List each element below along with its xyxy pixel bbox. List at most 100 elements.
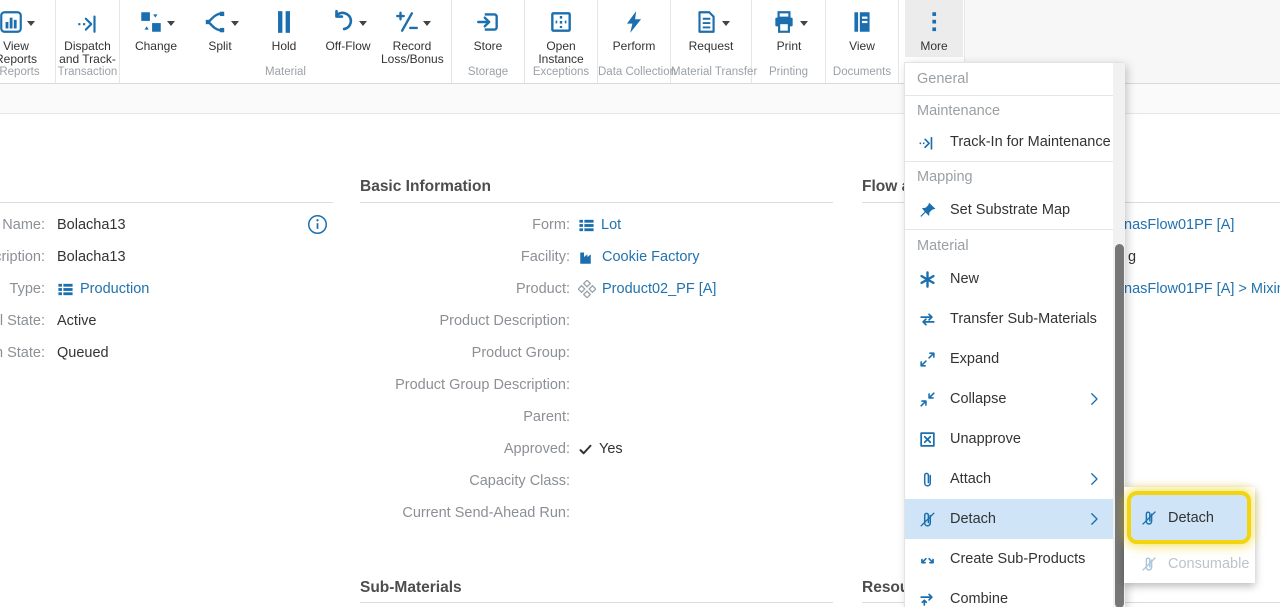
open-instance-button[interactable]: Open Instance xyxy=(529,0,593,66)
printer-icon xyxy=(771,9,797,35)
menu-item-combine[interactable]: Combine xyxy=(905,579,1113,607)
field-value-type: Production xyxy=(57,278,149,300)
field-label-product: Product: xyxy=(360,278,570,300)
dropdown-caret-icon xyxy=(423,21,431,26)
more-dropdown-menu: General Maintenance Track-In for Mainten… xyxy=(904,62,1124,607)
flow-value-flow-path: nasFlow01PF [A] > Mixing xyxy=(1124,278,1280,300)
flow-value-flow: nasFlow01PF [A] xyxy=(1124,214,1234,236)
toolbar-group-label: Data Collection xyxy=(598,66,670,78)
toolbar-group-label: Transaction xyxy=(56,66,119,78)
toolbar-button-label: Print xyxy=(777,40,802,53)
toolbar-button-label: More xyxy=(920,40,947,53)
dispatch-and-track-button[interactable]: Dispatch and Track- xyxy=(56,0,119,66)
form-link[interactable]: Lot xyxy=(601,217,621,233)
menu-item-track-in-for-maintenance[interactable]: Track-In for Maintenance xyxy=(905,123,1113,161)
menu-item-label: Create Sub-Products xyxy=(950,551,1085,567)
sub-materials-divider xyxy=(360,602,833,603)
toolbar-button-label: Perform xyxy=(613,40,656,53)
flow-link[interactable]: nasFlow01PF [A] xyxy=(1124,217,1234,233)
menu-item-label: Transfer Sub-Materials xyxy=(950,311,1097,327)
menu-item-unapprove[interactable]: Unapprove xyxy=(905,419,1113,459)
menu-scrollbar-thumb[interactable] xyxy=(1115,244,1124,607)
toolbar-group-reports: View Reports Reports xyxy=(0,0,56,83)
toolbar-button-label: Record Loss/Bonus xyxy=(381,40,443,66)
change-icon xyxy=(138,9,164,35)
lot-icon xyxy=(578,217,595,234)
off-flow-button[interactable]: Off-Flow xyxy=(316,0,380,53)
flow-path-link[interactable]: nasFlow01PF [A] > Mixing xyxy=(1124,281,1280,297)
product-icon xyxy=(578,280,596,298)
toolbar-group-storage: Store Storage xyxy=(452,0,525,83)
documents-book-icon xyxy=(849,9,875,35)
menu-item-set-substrate-map[interactable]: Set Substrate Map xyxy=(905,191,1113,229)
view-documents-button[interactable]: View xyxy=(830,0,894,53)
toolbar-button-label: Dispatch and Track- xyxy=(57,40,119,66)
more-button[interactable]: More xyxy=(905,0,963,57)
toolbar-button-label: View xyxy=(849,40,875,53)
field-value-name: Bolacha13 xyxy=(57,214,126,236)
print-button[interactable]: Print xyxy=(757,0,821,53)
menu-item-new[interactable]: New xyxy=(905,259,1113,299)
hold-button[interactable]: Hold xyxy=(252,0,316,53)
field-label-current-send-ahead-run: Current Send-Ahead Run: xyxy=(360,502,570,524)
dropdown-caret-icon xyxy=(800,21,808,26)
field-label-material-state: al State: xyxy=(0,310,45,332)
dispatch-track-icon xyxy=(75,9,101,35)
menu-item-attach[interactable]: Attach xyxy=(905,459,1113,499)
toolbar-group-label: Reports xyxy=(0,66,55,78)
toolbar-button-label: Store xyxy=(474,40,503,53)
field-value-form: Lot xyxy=(578,214,621,236)
application-window: View Reports Reports Dispatch and Track-… xyxy=(0,0,1280,607)
info-icon[interactable] xyxy=(307,214,328,235)
menu-section-header-mapping: Mapping xyxy=(905,162,1113,192)
menu-item-create-sub-products[interactable]: Create Sub-Products xyxy=(905,539,1113,579)
split-button[interactable]: Split xyxy=(188,0,252,53)
toolbar-group-label: Printing xyxy=(752,66,825,78)
pushpin-icon xyxy=(918,201,937,220)
menu-item-transfer-sub-materials[interactable]: Transfer Sub-Materials xyxy=(905,299,1113,339)
store-icon xyxy=(475,9,501,35)
menu-item-expand[interactable]: Expand xyxy=(905,339,1113,379)
perform-button[interactable]: Perform xyxy=(602,0,666,53)
box-x-icon xyxy=(918,430,937,449)
field-value-description: Bolacha13 xyxy=(57,246,126,268)
menu-item-label: New xyxy=(950,271,979,287)
menu-item-label: Collapse xyxy=(950,391,1006,407)
request-button[interactable]: Request xyxy=(679,0,743,53)
submenu-item-detach[interactable]: Detach xyxy=(1127,491,1251,544)
type-link[interactable]: Production xyxy=(80,281,149,297)
approved-value: Yes xyxy=(599,441,623,457)
menu-item-collapse[interactable]: Collapse xyxy=(905,379,1113,419)
product-link[interactable]: Product02_PF [A] xyxy=(602,281,716,297)
facility-link[interactable]: Cookie Factory xyxy=(602,249,700,265)
toolbar-group-data-collection: Perform Data Collection xyxy=(598,0,671,83)
track-in-icon xyxy=(918,133,937,152)
menu-item-label: Detach xyxy=(950,511,996,527)
paperclip-slash-icon xyxy=(1140,509,1158,527)
toolbar-group-transaction: Dispatch and Track- Transaction xyxy=(56,0,120,83)
toolbar-group-material: Change Split Hold Off-Flow xyxy=(120,0,452,83)
toolbar-button-label: Open Instance xyxy=(530,40,592,66)
field-label-approved: Approved: xyxy=(360,438,570,460)
request-document-icon xyxy=(693,9,719,35)
record-loss-bonus-button[interactable]: Record Loss/Bonus xyxy=(380,0,444,66)
field-value-system-state: Queued xyxy=(57,342,109,364)
menu-item-detach[interactable]: Detach xyxy=(905,499,1113,539)
toolbar-group-printing: Print Printing xyxy=(752,0,826,83)
menu-item-label: Combine xyxy=(950,591,1008,607)
submenu-item-consumable[interactable]: Consumable xyxy=(1127,549,1251,579)
field-value-product: Product02_PF [A] xyxy=(578,278,716,300)
toolbar-button-label: Change xyxy=(135,40,177,53)
split-icon xyxy=(202,9,228,35)
toolbar-group-label: Material xyxy=(120,66,451,78)
toolbar-button-label: Off-Flow xyxy=(325,40,370,53)
field-label-name: Name: xyxy=(0,214,45,236)
chevron-right-icon xyxy=(1085,510,1103,528)
chevron-right-icon xyxy=(1085,390,1103,408)
view-reports-button[interactable]: View Reports xyxy=(0,0,48,66)
store-button[interactable]: Store xyxy=(456,0,520,53)
expand-arrows-icon xyxy=(918,350,937,369)
flow-value-step: g xyxy=(1128,246,1136,268)
change-button[interactable]: Change xyxy=(124,0,188,53)
field-label-product-group: Product Group: xyxy=(360,342,570,364)
